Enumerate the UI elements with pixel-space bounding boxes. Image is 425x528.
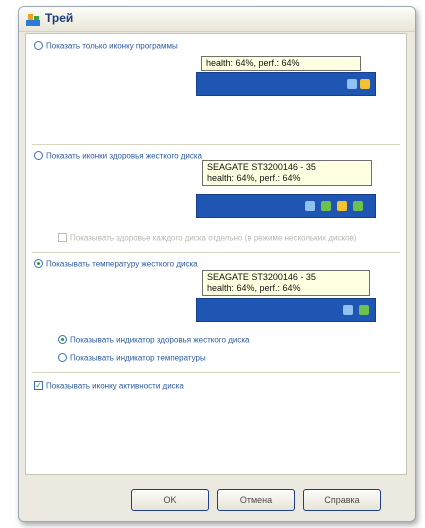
divider: [32, 144, 400, 145]
health-icon: [321, 201, 331, 211]
disk-icon: [343, 305, 353, 315]
disk-icon: [347, 79, 357, 89]
tray-icon: [26, 14, 40, 26]
radio-temp-indicator[interactable]: [58, 353, 67, 363]
checkbox-activity-icon[interactable]: ✓: [34, 381, 43, 391]
health-icon: [360, 79, 370, 89]
disk-icon: [305, 201, 315, 211]
option-temperature[interactable]: Показывать температуру жесткого диска: [34, 258, 198, 269]
tray-settings-dialog: Трей Показать только иконку программы he…: [18, 6, 416, 522]
preview-tooltip-2: SEAGATE ST3200146 - 35 health: 64%, perf…: [202, 160, 372, 186]
title-bar: Трей: [19, 7, 415, 32]
option-health-each-disk[interactable]: Показывать здоровье каждого диска отдель…: [58, 232, 356, 243]
checkbox-health-each-disk[interactable]: [58, 233, 67, 243]
divider: [32, 252, 400, 253]
preview-tooltip-1: health: 64%, perf.: 64%: [201, 56, 361, 71]
help-button[interactable]: Справка: [303, 489, 381, 511]
options-panel: Показать только иконку программы health:…: [25, 33, 407, 475]
divider: [32, 372, 400, 373]
option-activity-icon[interactable]: ✓ Показывать иконку активности диска: [34, 380, 184, 391]
radio-icon-only[interactable]: [34, 41, 43, 51]
cancel-button[interactable]: Отмена: [217, 489, 295, 511]
preview-taskbar-3: [196, 298, 376, 322]
health-icon: [353, 201, 363, 211]
option-health-icons[interactable]: Показать иконки здоровья жесткого диска: [34, 150, 202, 161]
temperature-icon: [359, 305, 369, 315]
dialog-title: Трей: [45, 11, 74, 25]
option-health-indicator[interactable]: Показывать индикатор здоровья жесткого д…: [58, 334, 249, 345]
ok-button[interactable]: OK: [131, 489, 209, 511]
radio-health-icons[interactable]: [34, 151, 43, 161]
option-temp-indicator[interactable]: Показывать индикатор температуры: [58, 352, 206, 363]
radio-health-indicator[interactable]: [58, 335, 67, 345]
option-icon-only[interactable]: Показать только иконку программы: [34, 40, 178, 51]
preview-tooltip-3: SEAGATE ST3200146 - 35 health: 64%, perf…: [202, 270, 370, 296]
radio-temperature[interactable]: [34, 259, 43, 269]
warning-icon: [337, 201, 347, 211]
preview-taskbar-2: [196, 194, 376, 218]
preview-taskbar-1: [196, 72, 376, 96]
